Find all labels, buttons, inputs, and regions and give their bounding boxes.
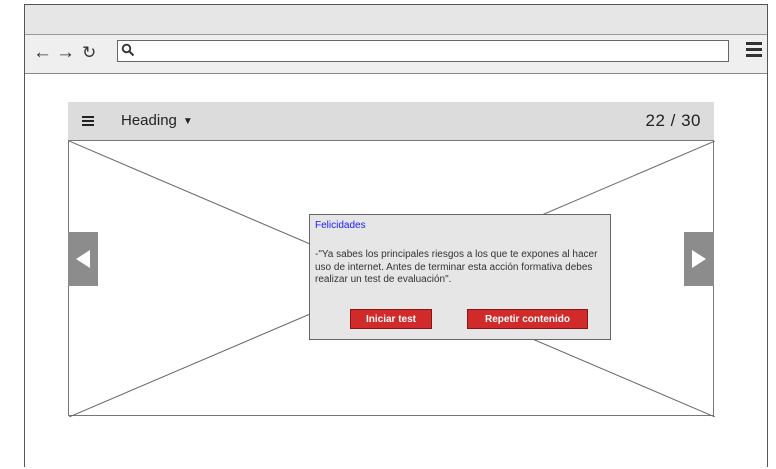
- heading-label: Heading: [121, 112, 177, 129]
- hamburger-icon[interactable]: [82, 116, 94, 128]
- forward-arrow-icon[interactable]: →: [56, 41, 75, 65]
- menu-icon[interactable]: [746, 42, 762, 60]
- viewer-header: Heading ▼ 22 / 30: [68, 102, 714, 140]
- back-arrow-icon[interactable]: ←: [33, 41, 52, 65]
- address-bar[interactable]: [117, 40, 729, 62]
- repeat-content-button[interactable]: Repetir contenido: [467, 309, 588, 329]
- title-bar: [25, 5, 767, 35]
- next-slide-button[interactable]: [684, 232, 714, 286]
- page-counter: 22 / 30: [645, 111, 701, 130]
- heading-dropdown[interactable]: Heading ▼: [121, 112, 193, 129]
- dialog-title: Felicidades: [315, 220, 366, 231]
- previous-slide-button[interactable]: [68, 232, 98, 286]
- caret-down-icon: ▼: [182, 115, 193, 127]
- triangle-left-icon: [76, 250, 90, 268]
- triangle-right-icon: [692, 250, 706, 268]
- dialog-message: -"Ya sabes los principales riesgos a los…: [315, 249, 598, 285]
- search-icon: [121, 43, 135, 57]
- congratulations-dialog: Felicidades -"Ya sabes los principales r…: [309, 214, 611, 340]
- start-test-button[interactable]: Iniciar test: [350, 309, 432, 329]
- browser-toolbar: ← → ↻: [25, 35, 767, 74]
- content-viewer: Heading ▼ 22 / 30 Felicidades -"Ya sabes …: [68, 102, 715, 417]
- reload-icon[interactable]: ↻: [82, 41, 96, 65]
